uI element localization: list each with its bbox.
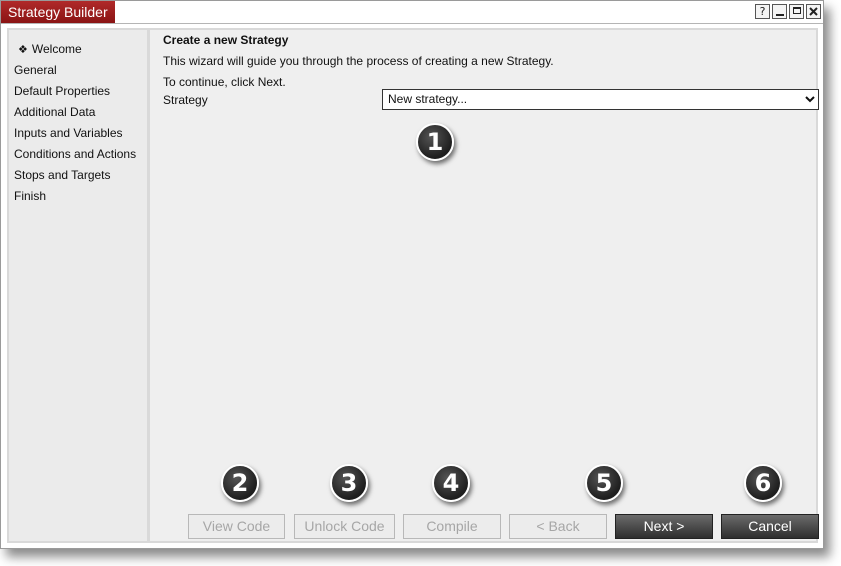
maximize-icon <box>792 7 801 14</box>
window-controls: ? <box>755 4 821 19</box>
cancel-button[interactable]: Cancel <box>721 514 819 539</box>
callout-2: 2 <box>221 464 259 502</box>
callout-3: 3 <box>330 464 368 502</box>
wizard-client: ❖ Welcome General Default Properties Addi… <box>7 28 819 543</box>
wizard-content: Create a new Strategy This wizard will g… <box>150 30 819 541</box>
callout-1: 1 <box>416 123 454 161</box>
next-button[interactable]: Next > <box>615 514 713 539</box>
back-button[interactable]: < Back <box>509 514 607 539</box>
step-general[interactable]: General <box>14 60 147 81</box>
chevron-down-icon <box>805 96 815 103</box>
maximize-button[interactable] <box>789 4 804 19</box>
step-inputs-and-variables[interactable]: Inputs and Variables <box>14 123 147 144</box>
continue-instruction: To continue, click Next. <box>163 75 286 89</box>
strategy-select-value: New strategy... <box>388 92 468 106</box>
step-conditions-and-actions[interactable]: Conditions and Actions <box>14 144 147 165</box>
strategy-select[interactable]: New strategy... <box>382 89 819 110</box>
page-description: This wizard will guide you through the p… <box>163 54 554 68</box>
callout-4: 4 <box>432 464 470 502</box>
view-code-button[interactable]: View Code <box>188 514 285 539</box>
step-bullet-icon: ❖ <box>18 43 28 56</box>
close-button[interactable] <box>806 4 821 19</box>
step-default-properties[interactable]: Default Properties <box>14 81 147 102</box>
close-icon <box>809 7 818 16</box>
unlock-code-button[interactable]: Unlock Code <box>294 514 395 539</box>
wizard-steps-sidebar: ❖ Welcome General Default Properties Addi… <box>9 30 147 541</box>
callout-6: 6 <box>744 464 782 502</box>
page-heading: Create a new Strategy <box>163 33 289 47</box>
title-bar: Strategy Builder ? <box>1 1 823 24</box>
window-title: Strategy Builder <box>1 1 115 23</box>
compile-button[interactable]: Compile <box>403 514 501 539</box>
help-button[interactable]: ? <box>755 4 770 19</box>
callout-5: 5 <box>585 464 623 502</box>
strategy-builder-window: Strategy Builder ? ❖ Welcome General Defa… <box>0 0 824 549</box>
step-finish[interactable]: Finish <box>14 186 147 207</box>
minimize-button[interactable] <box>772 4 787 19</box>
strategy-label: Strategy <box>163 93 208 107</box>
step-label: Welcome <box>31 42 82 56</box>
step-welcome[interactable]: ❖ Welcome <box>14 39 147 60</box>
step-additional-data[interactable]: Additional Data <box>14 102 147 123</box>
step-stops-and-targets[interactable]: Stops and Targets <box>14 165 147 186</box>
minimize-icon <box>775 14 784 16</box>
